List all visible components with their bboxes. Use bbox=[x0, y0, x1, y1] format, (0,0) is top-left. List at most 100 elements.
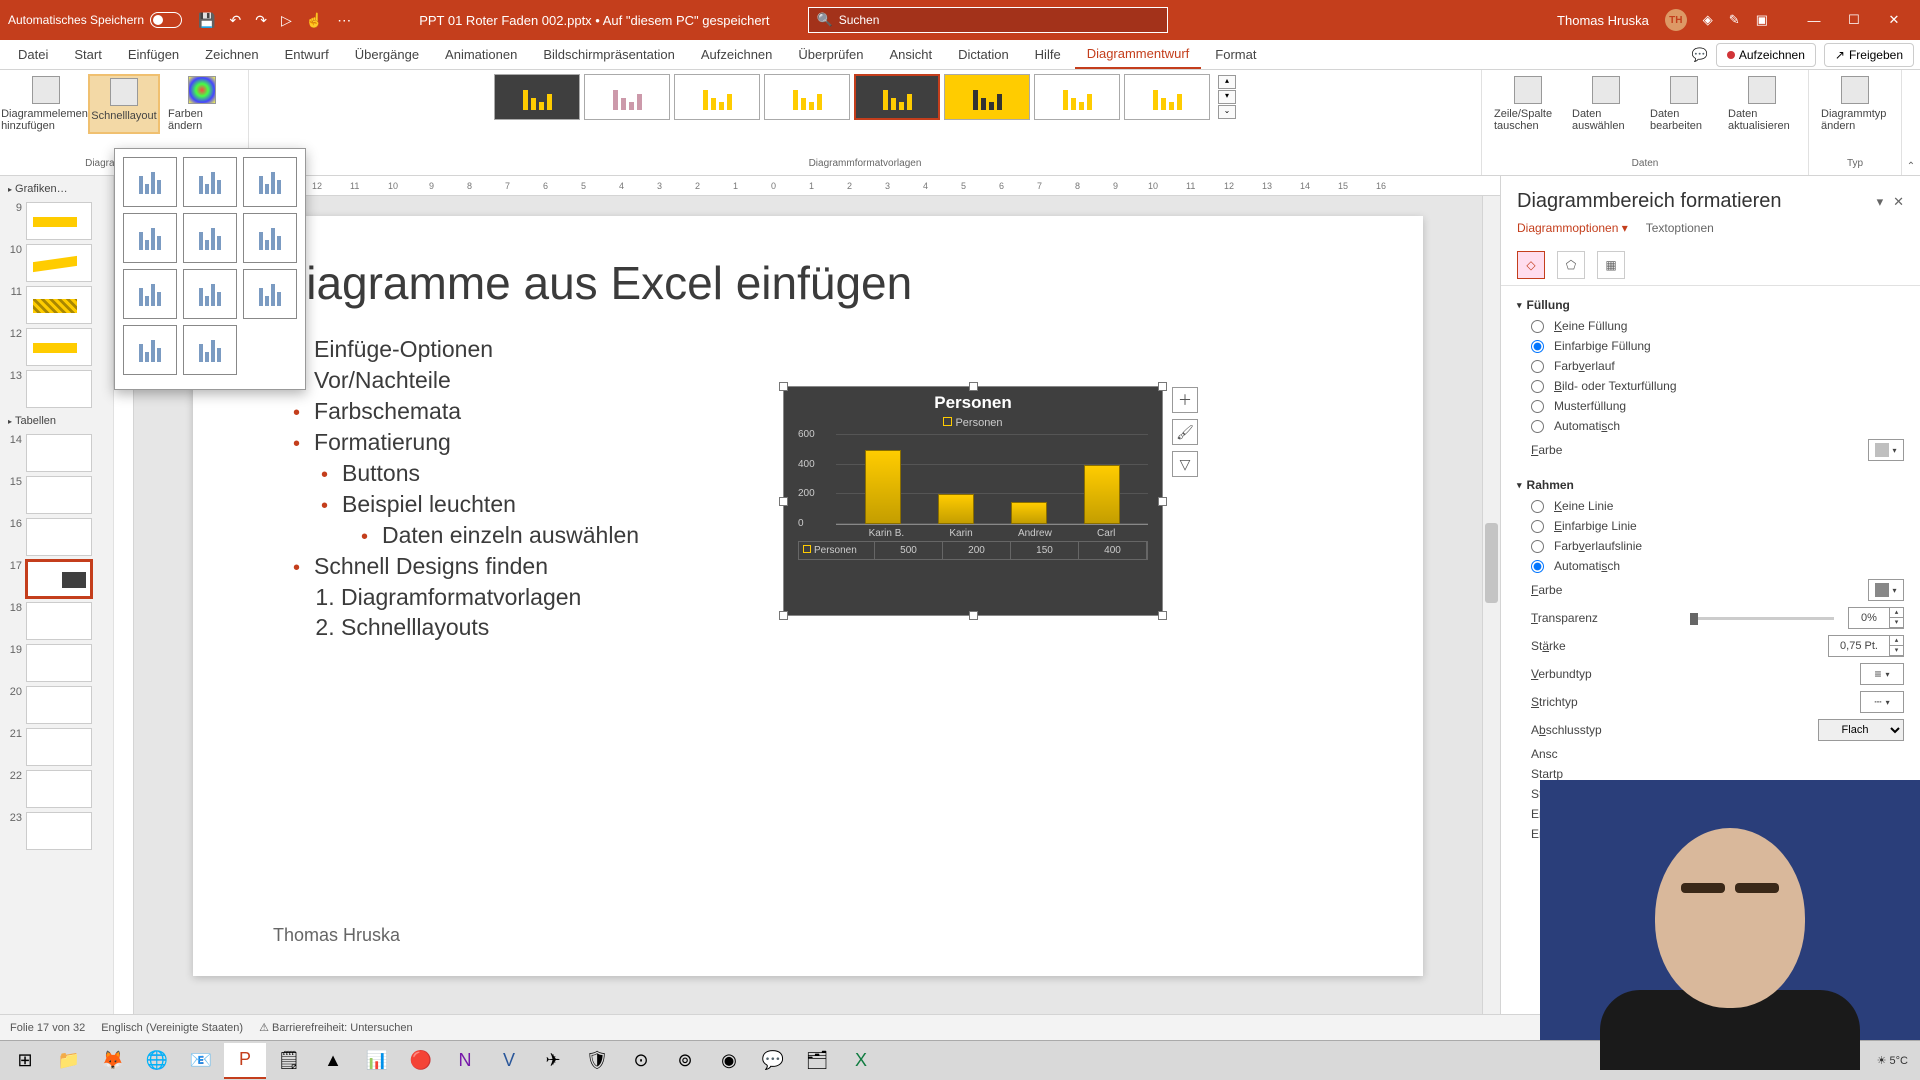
section-fill[interactable]: Füllung bbox=[1517, 294, 1904, 316]
undo-icon[interactable]: ↶ bbox=[230, 12, 242, 29]
search-input[interactable] bbox=[839, 13, 1159, 27]
collapse-ribbon-icon[interactable]: ⌃ bbox=[1907, 161, 1915, 172]
line-auto-radio[interactable]: Automatisch bbox=[1517, 556, 1904, 576]
tab-start[interactable]: Start bbox=[62, 41, 113, 68]
chart-style-3[interactable] bbox=[674, 74, 760, 120]
maximize-button[interactable]: ☐ bbox=[1836, 7, 1872, 33]
transparency-value[interactable]: 0%▴▾ bbox=[1848, 607, 1904, 629]
change-colors-button[interactable]: Farben ändern bbox=[166, 74, 238, 134]
chart-style-7[interactable] bbox=[1034, 74, 1120, 120]
pane-close-icon[interactable]: ✕ bbox=[1893, 194, 1904, 210]
chart-style-2[interactable] bbox=[584, 74, 670, 120]
layout-11[interactable] bbox=[183, 325, 237, 375]
user-name[interactable]: Thomas Hruska bbox=[1557, 13, 1649, 28]
line-none-radio[interactable]: Keine Linie bbox=[1517, 496, 1904, 516]
tab-bildschirm[interactable]: Bildschirmpräsentation bbox=[531, 41, 687, 68]
quick-layout-gallery[interactable] bbox=[114, 148, 306, 390]
slide-thumb-15[interactable]: 15 bbox=[4, 476, 109, 514]
layout-2[interactable] bbox=[183, 157, 237, 207]
gallery-spinner[interactable]: ▴▾⌄ bbox=[1218, 75, 1236, 119]
app-icon-9[interactable]: 🗂 bbox=[796, 1043, 838, 1079]
line-color-button[interactable] bbox=[1868, 579, 1904, 601]
chart-data-table[interactable]: Personen 500 200 150 400 bbox=[798, 541, 1148, 560]
app-icon-2[interactable]: 📊 bbox=[356, 1043, 398, 1079]
effects-icon[interactable]: ⬠ bbox=[1557, 251, 1585, 279]
visio-icon[interactable]: V bbox=[488, 1043, 530, 1079]
tab-zeichnen[interactable]: Zeichnen bbox=[193, 41, 270, 68]
bullet-5b[interactable]: Schnelllayouts bbox=[341, 614, 1343, 641]
fill-none-radio[interactable]: Keine Füllung bbox=[1517, 316, 1904, 336]
compound-type-button[interactable]: ≡ bbox=[1860, 663, 1904, 685]
chart-styles-gallery[interactable]: ▴▾⌄ bbox=[494, 74, 1236, 120]
autosave-toggle[interactable]: Automatisches Speichern bbox=[8, 12, 182, 28]
tab-ueberpruefen[interactable]: Überprüfen bbox=[786, 41, 875, 68]
slide-canvas[interactable]: Diagramme aus Excel einfügen Einfüge-Opt… bbox=[134, 196, 1482, 1014]
chart-style-4[interactable] bbox=[764, 74, 850, 120]
chart-plus-icon[interactable]: ＋ bbox=[1172, 387, 1198, 413]
tab-datei[interactable]: Datei bbox=[6, 41, 60, 68]
slide-thumb-11[interactable]: 11 bbox=[4, 286, 109, 324]
telegram-icon[interactable]: ✈ bbox=[532, 1043, 574, 1079]
tab-entwurf[interactable]: Entwurf bbox=[273, 41, 341, 68]
dash-type-button[interactable]: ┄ bbox=[1860, 691, 1904, 713]
slide-panel[interactable]: Grafiken… 9 10 11 12 13 Tabellen 14 15 1… bbox=[0, 176, 114, 1014]
record-button[interactable]: Aufzeichnen bbox=[1716, 43, 1816, 67]
line-gradient-radio[interactable]: Farbverlaufslinie bbox=[1517, 536, 1904, 556]
slide[interactable]: Diagramme aus Excel einfügen Einfüge-Opt… bbox=[193, 216, 1423, 976]
layout-7[interactable] bbox=[123, 269, 177, 319]
layout-9[interactable] bbox=[243, 269, 297, 319]
app-icon-1[interactable]: 🗒 bbox=[268, 1043, 310, 1079]
share-button[interactable]: ↗ Freigeben bbox=[1824, 43, 1914, 67]
vertical-scrollbar[interactable] bbox=[1482, 196, 1500, 1014]
fill-gradient-radio[interactable]: Farbverlauf bbox=[1517, 356, 1904, 376]
panel-section-tabellen[interactable]: Tabellen bbox=[4, 412, 109, 430]
tab-ansicht[interactable]: Ansicht bbox=[877, 41, 944, 68]
pane-dropdown-icon[interactable]: ▾ bbox=[1877, 194, 1884, 210]
chart-style-8[interactable] bbox=[1124, 74, 1210, 120]
save-icon[interactable]: 💾 bbox=[198, 12, 215, 29]
chart-style-6[interactable] bbox=[944, 74, 1030, 120]
pane-tab-text-options[interactable]: Textoptionen bbox=[1646, 221, 1714, 239]
touch-icon[interactable]: ☝ bbox=[306, 12, 323, 29]
chart-plot[interactable]: 600 400 200 0 bbox=[836, 435, 1148, 525]
search-box[interactable]: 🔍 bbox=[808, 7, 1168, 33]
transparency-slider[interactable] bbox=[1690, 617, 1835, 620]
chart-bar-3[interactable] bbox=[1084, 465, 1120, 524]
diamond-icon[interactable]: ◈ bbox=[1703, 12, 1713, 28]
change-chart-type-button[interactable]: Diagrammtyp ändern bbox=[1819, 74, 1891, 134]
slide-thumb-23[interactable]: 23 bbox=[4, 812, 109, 850]
fill-color-button[interactable] bbox=[1868, 439, 1904, 461]
autosave-switch[interactable] bbox=[150, 12, 182, 28]
section-border[interactable]: Rahmen bbox=[1517, 474, 1904, 496]
slide-footer[interactable]: Thomas Hruska bbox=[273, 925, 400, 946]
chart-style-1[interactable] bbox=[494, 74, 580, 120]
select-data-button[interactable]: Daten auswählen bbox=[1570, 74, 1642, 134]
cap-type-select[interactable]: Flach bbox=[1818, 719, 1904, 741]
chrome-icon[interactable]: 🌐 bbox=[136, 1043, 178, 1079]
fill-picture-radio[interactable]: Bild- oder Texturfüllung bbox=[1517, 376, 1904, 396]
panel-section-grafiken[interactable]: Grafiken… bbox=[4, 180, 109, 198]
layout-6[interactable] bbox=[243, 213, 297, 263]
slide-thumb-10[interactable]: 10 bbox=[4, 244, 109, 282]
slide-thumb-9[interactable]: 9 bbox=[4, 202, 109, 240]
close-button[interactable]: ✕ bbox=[1876, 7, 1912, 33]
slide-thumb-18[interactable]: 18 bbox=[4, 602, 109, 640]
minimize-button[interactable]: — bbox=[1796, 7, 1832, 33]
onenote-icon[interactable]: N bbox=[444, 1043, 486, 1079]
fill-pattern-radio[interactable]: Musterfüllung bbox=[1517, 396, 1904, 416]
language-status[interactable]: Englisch (Vereinigte Staaten) bbox=[101, 1022, 243, 1034]
tab-aufzeichnen[interactable]: Aufzeichnen bbox=[689, 41, 785, 68]
layout-10[interactable] bbox=[123, 325, 177, 375]
tab-format[interactable]: Format bbox=[1203, 41, 1268, 68]
chart-legend[interactable]: Personen bbox=[784, 417, 1162, 429]
edit-data-button[interactable]: Daten bearbeiten bbox=[1648, 74, 1720, 134]
outlook-icon[interactable]: 📧 bbox=[180, 1043, 222, 1079]
chart-object[interactable]: Personen Personen 600 400 200 0 bbox=[783, 386, 1163, 616]
chart-bar-0[interactable] bbox=[865, 450, 901, 524]
switch-row-col-button[interactable]: Zeile/Spalte tauschen bbox=[1492, 74, 1564, 134]
slide-thumb-20[interactable]: 20 bbox=[4, 686, 109, 724]
app-icon-4[interactable]: 🛡 bbox=[576, 1043, 618, 1079]
layout-8[interactable] bbox=[183, 269, 237, 319]
chart-title[interactable]: Personen bbox=[784, 387, 1162, 417]
layout-3[interactable] bbox=[243, 157, 297, 207]
